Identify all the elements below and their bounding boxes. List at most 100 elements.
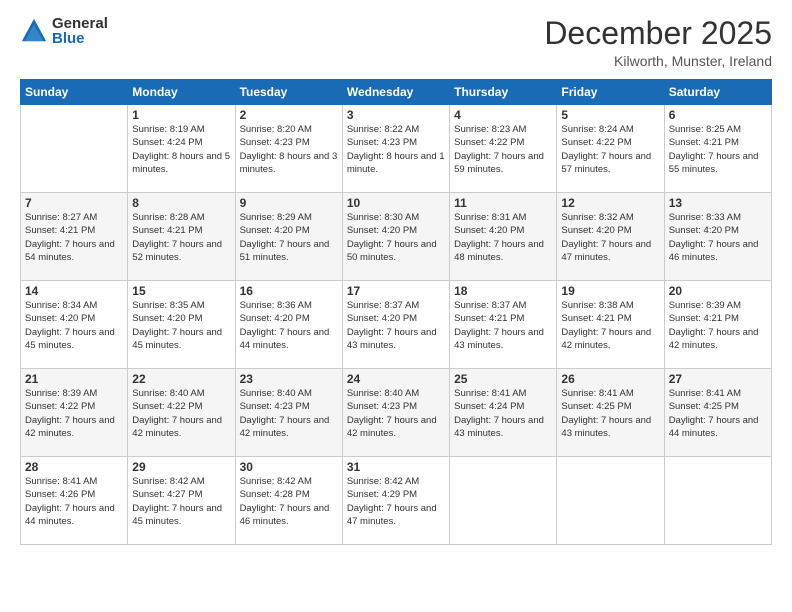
col-wednesday: Wednesday xyxy=(342,80,449,105)
day-num-8: 8 xyxy=(132,196,230,210)
cell-2-3: 17Sunrise: 8:37 AMSunset: 4:20 PMDayligh… xyxy=(342,281,449,369)
day-detail-14: Sunrise: 8:34 AMSunset: 4:20 PMDaylight:… xyxy=(25,299,123,352)
day-detail-30: Sunrise: 8:42 AMSunset: 4:28 PMDaylight:… xyxy=(240,475,338,528)
day-detail-26: Sunrise: 8:41 AMSunset: 4:25 PMDaylight:… xyxy=(561,387,659,440)
cell-0-6: 6Sunrise: 8:25 AMSunset: 4:21 PMDaylight… xyxy=(664,105,771,193)
cell-3-5: 26Sunrise: 8:41 AMSunset: 4:25 PMDayligh… xyxy=(557,369,664,457)
cell-1-0: 7Sunrise: 8:27 AMSunset: 4:21 PMDaylight… xyxy=(21,193,128,281)
week-row-4: 28Sunrise: 8:41 AMSunset: 4:26 PMDayligh… xyxy=(21,457,772,545)
cell-4-5 xyxy=(557,457,664,545)
cell-3-3: 24Sunrise: 8:40 AMSunset: 4:23 PMDayligh… xyxy=(342,369,449,457)
cell-2-5: 19Sunrise: 8:38 AMSunset: 4:21 PMDayligh… xyxy=(557,281,664,369)
cell-0-1: 1Sunrise: 8:19 AMSunset: 4:24 PMDaylight… xyxy=(128,105,235,193)
day-detail-25: Sunrise: 8:41 AMSunset: 4:24 PMDaylight:… xyxy=(454,387,552,440)
cell-4-4 xyxy=(450,457,557,545)
day-detail-9: Sunrise: 8:29 AMSunset: 4:20 PMDaylight:… xyxy=(240,211,338,264)
day-num-20: 20 xyxy=(669,284,767,298)
logo-icon xyxy=(20,17,48,45)
day-num-14: 14 xyxy=(25,284,123,298)
cell-1-1: 8Sunrise: 8:28 AMSunset: 4:21 PMDaylight… xyxy=(128,193,235,281)
day-detail-4: Sunrise: 8:23 AMSunset: 4:22 PMDaylight:… xyxy=(454,123,552,176)
day-detail-6: Sunrise: 8:25 AMSunset: 4:21 PMDaylight:… xyxy=(669,123,767,176)
cell-1-6: 13Sunrise: 8:33 AMSunset: 4:20 PMDayligh… xyxy=(664,193,771,281)
cell-0-0 xyxy=(21,105,128,193)
day-num-30: 30 xyxy=(240,460,338,474)
cell-4-2: 30Sunrise: 8:42 AMSunset: 4:28 PMDayligh… xyxy=(235,457,342,545)
col-thursday: Thursday xyxy=(450,80,557,105)
day-num-26: 26 xyxy=(561,372,659,386)
day-detail-12: Sunrise: 8:32 AMSunset: 4:20 PMDaylight:… xyxy=(561,211,659,264)
week-row-0: 1Sunrise: 8:19 AMSunset: 4:24 PMDaylight… xyxy=(21,105,772,193)
day-detail-21: Sunrise: 8:39 AMSunset: 4:22 PMDaylight:… xyxy=(25,387,123,440)
day-num-12: 12 xyxy=(561,196,659,210)
day-num-9: 9 xyxy=(240,196,338,210)
day-detail-31: Sunrise: 8:42 AMSunset: 4:29 PMDaylight:… xyxy=(347,475,445,528)
cell-1-4: 11Sunrise: 8:31 AMSunset: 4:20 PMDayligh… xyxy=(450,193,557,281)
day-num-3: 3 xyxy=(347,108,445,122)
cell-2-1: 15Sunrise: 8:35 AMSunset: 4:20 PMDayligh… xyxy=(128,281,235,369)
calendar-table: Sunday Monday Tuesday Wednesday Thursday… xyxy=(20,79,772,545)
day-detail-19: Sunrise: 8:38 AMSunset: 4:21 PMDaylight:… xyxy=(561,299,659,352)
title-block: December 2025 Kilworth, Munster, Ireland xyxy=(544,16,772,69)
day-num-11: 11 xyxy=(454,196,552,210)
day-detail-11: Sunrise: 8:31 AMSunset: 4:20 PMDaylight:… xyxy=(454,211,552,264)
day-num-7: 7 xyxy=(25,196,123,210)
col-sunday: Sunday xyxy=(21,80,128,105)
day-num-19: 19 xyxy=(561,284,659,298)
day-detail-22: Sunrise: 8:40 AMSunset: 4:22 PMDaylight:… xyxy=(132,387,230,440)
cell-0-3: 3Sunrise: 8:22 AMSunset: 4:23 PMDaylight… xyxy=(342,105,449,193)
cell-4-6 xyxy=(664,457,771,545)
cell-1-5: 12Sunrise: 8:32 AMSunset: 4:20 PMDayligh… xyxy=(557,193,664,281)
cell-3-6: 27Sunrise: 8:41 AMSunset: 4:25 PMDayligh… xyxy=(664,369,771,457)
col-friday: Friday xyxy=(557,80,664,105)
day-detail-10: Sunrise: 8:30 AMSunset: 4:20 PMDaylight:… xyxy=(347,211,445,264)
day-num-24: 24 xyxy=(347,372,445,386)
day-detail-13: Sunrise: 8:33 AMSunset: 4:20 PMDaylight:… xyxy=(669,211,767,264)
day-detail-18: Sunrise: 8:37 AMSunset: 4:21 PMDaylight:… xyxy=(454,299,552,352)
day-detail-27: Sunrise: 8:41 AMSunset: 4:25 PMDaylight:… xyxy=(669,387,767,440)
header: General Blue December 2025 Kilworth, Mun… xyxy=(20,16,772,69)
day-detail-7: Sunrise: 8:27 AMSunset: 4:21 PMDaylight:… xyxy=(25,211,123,264)
day-num-2: 2 xyxy=(240,108,338,122)
day-num-5: 5 xyxy=(561,108,659,122)
day-num-21: 21 xyxy=(25,372,123,386)
cell-3-0: 21Sunrise: 8:39 AMSunset: 4:22 PMDayligh… xyxy=(21,369,128,457)
day-detail-28: Sunrise: 8:41 AMSunset: 4:26 PMDaylight:… xyxy=(25,475,123,528)
day-num-17: 17 xyxy=(347,284,445,298)
cell-1-2: 9Sunrise: 8:29 AMSunset: 4:20 PMDaylight… xyxy=(235,193,342,281)
day-num-15: 15 xyxy=(132,284,230,298)
week-row-2: 14Sunrise: 8:34 AMSunset: 4:20 PMDayligh… xyxy=(21,281,772,369)
week-row-3: 21Sunrise: 8:39 AMSunset: 4:22 PMDayligh… xyxy=(21,369,772,457)
page: General Blue December 2025 Kilworth, Mun… xyxy=(0,0,792,612)
day-detail-23: Sunrise: 8:40 AMSunset: 4:23 PMDaylight:… xyxy=(240,387,338,440)
day-detail-24: Sunrise: 8:40 AMSunset: 4:23 PMDaylight:… xyxy=(347,387,445,440)
day-num-4: 4 xyxy=(454,108,552,122)
cell-2-0: 14Sunrise: 8:34 AMSunset: 4:20 PMDayligh… xyxy=(21,281,128,369)
day-num-1: 1 xyxy=(132,108,230,122)
cell-0-5: 5Sunrise: 8:24 AMSunset: 4:22 PMDaylight… xyxy=(557,105,664,193)
cell-2-4: 18Sunrise: 8:37 AMSunset: 4:21 PMDayligh… xyxy=(450,281,557,369)
day-num-18: 18 xyxy=(454,284,552,298)
day-num-23: 23 xyxy=(240,372,338,386)
day-num-10: 10 xyxy=(347,196,445,210)
day-detail-17: Sunrise: 8:37 AMSunset: 4:20 PMDaylight:… xyxy=(347,299,445,352)
logo: General Blue xyxy=(20,16,108,46)
col-saturday: Saturday xyxy=(664,80,771,105)
day-detail-16: Sunrise: 8:36 AMSunset: 4:20 PMDaylight:… xyxy=(240,299,338,352)
day-num-25: 25 xyxy=(454,372,552,386)
logo-text: General Blue xyxy=(52,16,108,46)
day-num-31: 31 xyxy=(347,460,445,474)
day-num-13: 13 xyxy=(669,196,767,210)
day-detail-29: Sunrise: 8:42 AMSunset: 4:27 PMDaylight:… xyxy=(132,475,230,528)
day-detail-20: Sunrise: 8:39 AMSunset: 4:21 PMDaylight:… xyxy=(669,299,767,352)
main-title: December 2025 xyxy=(544,16,772,51)
cell-2-6: 20Sunrise: 8:39 AMSunset: 4:21 PMDayligh… xyxy=(664,281,771,369)
cell-0-4: 4Sunrise: 8:23 AMSunset: 4:22 PMDaylight… xyxy=(450,105,557,193)
cell-1-3: 10Sunrise: 8:30 AMSunset: 4:20 PMDayligh… xyxy=(342,193,449,281)
day-num-22: 22 xyxy=(132,372,230,386)
day-detail-3: Sunrise: 8:22 AMSunset: 4:23 PMDaylight:… xyxy=(347,123,445,176)
logo-general-text: General xyxy=(52,16,108,31)
cell-4-3: 31Sunrise: 8:42 AMSunset: 4:29 PMDayligh… xyxy=(342,457,449,545)
cell-0-2: 2Sunrise: 8:20 AMSunset: 4:23 PMDaylight… xyxy=(235,105,342,193)
day-num-16: 16 xyxy=(240,284,338,298)
